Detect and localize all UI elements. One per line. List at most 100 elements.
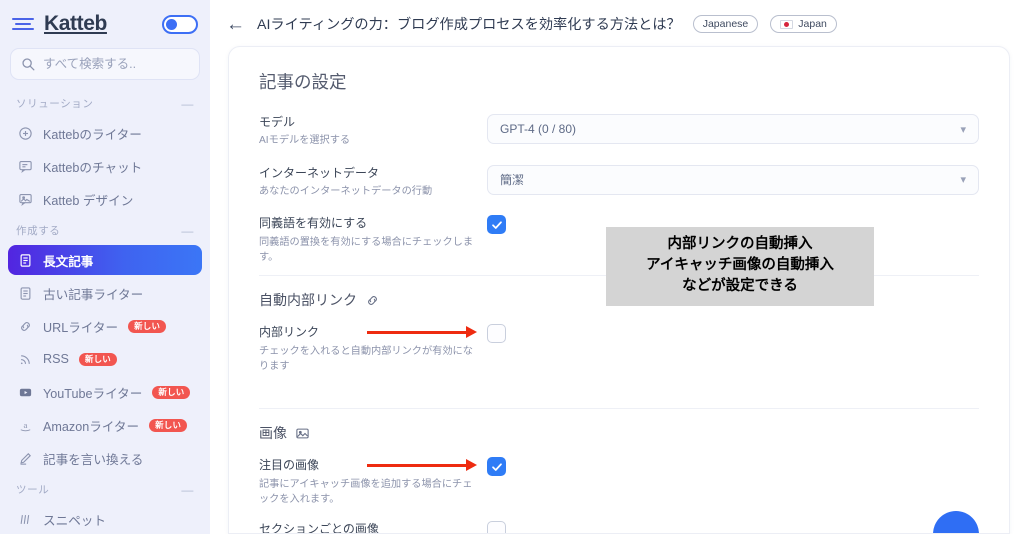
country-badge-label: Japan — [798, 18, 827, 30]
sidebar-item-label: Kattebのライター — [43, 127, 142, 142]
field-description: あなたのインターネットデータの行動 — [259, 186, 433, 198]
sidebar-section-header-create[interactable]: 作成する — — [0, 217, 210, 242]
sidebar-section-header-solutions[interactable]: ソリューション — — [0, 90, 210, 115]
divider — [259, 408, 979, 410]
search-box[interactable] — [10, 48, 200, 80]
featured-image-checkbox[interactable] — [487, 457, 506, 477]
language-badge-label: Japanese — [702, 18, 749, 30]
field-description: 記事にアイキャッチ画像を追加する場合にチェックを入れます。 — [259, 478, 473, 506]
sidebar-item-katteb-chat[interactable]: Kattebのチャット — [8, 151, 202, 181]
language-badge[interactable]: Japanese — [692, 15, 759, 33]
sidebar-section-header-tools[interactable]: ツール — — [0, 476, 210, 501]
collapse-icon-create[interactable]: — — [181, 224, 194, 238]
sidebar-item-label: 記事を言い換える — [43, 452, 144, 467]
internet-data-select[interactable]: 簡潔 ▾ — [487, 164, 979, 195]
synonyms-checkbox[interactable] — [487, 215, 506, 235]
sidebar-item-snippets[interactable]: スニペット — [8, 504, 202, 534]
main-area: ← AIライティングの力：ブログ作成プロセスを効率化する方法とは？ Japane… — [210, 0, 1024, 534]
field-label-synonyms: 同義語を有効にする 同義語の置換を有効にする場合にチェックします。 — [259, 215, 487, 265]
page-title: AIライティングの力：ブログ作成プロセスを効率化する方法とは？ — [257, 17, 681, 33]
field-label-internal-link: 内部リンク チェックを入れると自動内部リンクが有効になります — [259, 324, 487, 374]
field-control-model: GPT-4 (0 / 80) ▾ — [487, 114, 979, 144]
field-description: AIモデルを選択する — [259, 135, 351, 147]
badge-new: 新しい — [149, 418, 188, 432]
section-title-solutions: ソリューション — [16, 98, 94, 110]
snippet-icon — [17, 512, 33, 527]
field-label-section-images: セクションごとの画像 チェックを入れると、記事のすべてのセ — [259, 521, 487, 534]
toggle-knob — [166, 18, 177, 30]
plus-circle-icon — [17, 126, 33, 141]
section-title-text: 自動内部リンク — [259, 292, 357, 309]
internal-link-checkbox[interactable] — [487, 324, 506, 344]
badge-new: 新しい — [78, 352, 118, 366]
field-control-featured-image — [487, 457, 979, 478]
badge-new: 新しい — [128, 319, 167, 333]
sidebar-item-label: スニペット — [43, 513, 106, 528]
japan-flag-icon — [780, 19, 794, 29]
section-images-checkbox[interactable] — [487, 521, 506, 533]
back-arrow-icon[interactable]: ← — [226, 15, 245, 34]
field-control-section-images — [487, 521, 979, 533]
field-label-model: モデル AIモデルを選択する — [259, 114, 487, 149]
field-title: モデル — [259, 115, 296, 129]
field-title: インターネットデータ — [259, 165, 380, 180]
field-control-internal-link — [487, 324, 979, 348]
sidebar-item-long-form-article[interactable]: 長文記事 — [8, 245, 202, 275]
sidebar-item-youtube-writer[interactable]: YouTubeライター 新しい — [8, 377, 202, 407]
field-title: 同義語を有効にする — [259, 216, 368, 231]
pencil-icon — [17, 451, 33, 466]
sidebar-header: Katteb — [0, 0, 210, 42]
model-select[interactable]: GPT-4 (0 / 80) ▾ — [487, 114, 979, 144]
sidebar-item-rss[interactable]: RSS 新しい — [8, 344, 202, 374]
sidebar-item-label: YouTubeライター — [43, 386, 143, 401]
search-input[interactable] — [43, 57, 189, 71]
sidebar-item-label: Katteb デザイン — [43, 193, 134, 208]
amazon-icon: a — [17, 418, 33, 433]
link-icon — [17, 319, 33, 334]
collapse-icon-tools[interactable]: — — [181, 483, 194, 497]
field-label-featured-image: 注目の画像 記事にアイキャッチ画像を追加する場合にチェックを入れます。 — [259, 457, 487, 507]
field-description: チェックを入れると自動内部リンクが有効になります — [259, 345, 473, 373]
section-title-text: 画像 — [259, 425, 287, 442]
brand-logo[interactable]: Katteb — [44, 12, 152, 36]
sidebar-item-label: RSS — [43, 352, 69, 366]
field-label-internet-data: インターネットデータ あなたのインターネットデータの行動 — [259, 165, 487, 200]
chat-bubble-icon — [17, 159, 33, 174]
field-title: 内部リンク — [259, 325, 320, 340]
field-title: 注目の画像 — [259, 458, 320, 473]
model-select-value: GPT-4 (0 / 80) — [500, 122, 577, 136]
country-badge[interactable]: Japan — [770, 15, 837, 33]
field-row-internet-data: インターネットデータ あなたのインターネットデータの行動 簡潔 ▾ — [259, 164, 979, 200]
chat-fab-icon[interactable] — [933, 511, 979, 533]
sidebar-item-url-writer[interactable]: URLライター 新しい — [8, 311, 202, 341]
check-icon — [491, 463, 502, 471]
sidebar: Katteb ソリューション — Kattebのライター — [0, 0, 210, 534]
internet-data-select-value: 簡潔 — [500, 173, 525, 188]
sidebar-item-katteb-design[interactable]: Katteb デザイン — [8, 184, 202, 214]
theme-toggle[interactable] — [162, 14, 198, 34]
svg-text:a: a — [23, 420, 27, 430]
field-row-model: モデル AIモデルを選択する GPT-4 (0 / 80) ▾ — [259, 114, 979, 149]
sidebar-item-old-article-writer[interactable]: 古い記事ライター — [8, 278, 202, 308]
hamburger-icon[interactable] — [12, 16, 34, 32]
field-row-section-images: セクションごとの画像 チェックを入れると、記事のすべてのセ — [259, 521, 979, 534]
field-row-internal-link: 内部リンク チェックを入れると自動内部リンクが有効になります — [259, 324, 979, 374]
sidebar-item-katteb-writer[interactable]: Kattebのライター — [8, 118, 202, 148]
chevron-down-icon[interactable]: ▾ — [960, 123, 966, 136]
youtube-icon — [17, 385, 33, 400]
link-icon — [368, 296, 377, 305]
sidebar-item-rewrite-article[interactable]: 記事を言い換える — [8, 443, 202, 473]
image-icon — [296, 428, 309, 439]
annotation-callout: 内部リンクの自動挿入 アイキャッチ画像の自動挿入 などが設定できる — [606, 227, 874, 307]
field-description: 同義語の置換を有効にする場合にチェックします。 — [259, 236, 474, 264]
chevron-down-icon[interactable]: ▾ — [960, 173, 966, 186]
collapse-icon-solutions[interactable]: — — [181, 97, 194, 111]
field-control-internet-data: 簡潔 ▾ — [487, 164, 979, 195]
card-title: 記事の設定 — [259, 72, 347, 92]
sidebar-item-amazon-writer[interactable]: a Amazonライター 新しい — [8, 410, 202, 440]
field-title: セクションごとの画像 — [259, 522, 379, 534]
sidebar-item-label: Amazonライター — [43, 419, 140, 434]
top-bar: ← AIライティングの力：ブログ作成プロセスを効率化する方法とは？ Japane… — [210, 0, 1024, 48]
sidebar-item-label: URLライター — [43, 320, 119, 335]
section-title-tools: ツール — [16, 484, 50, 496]
